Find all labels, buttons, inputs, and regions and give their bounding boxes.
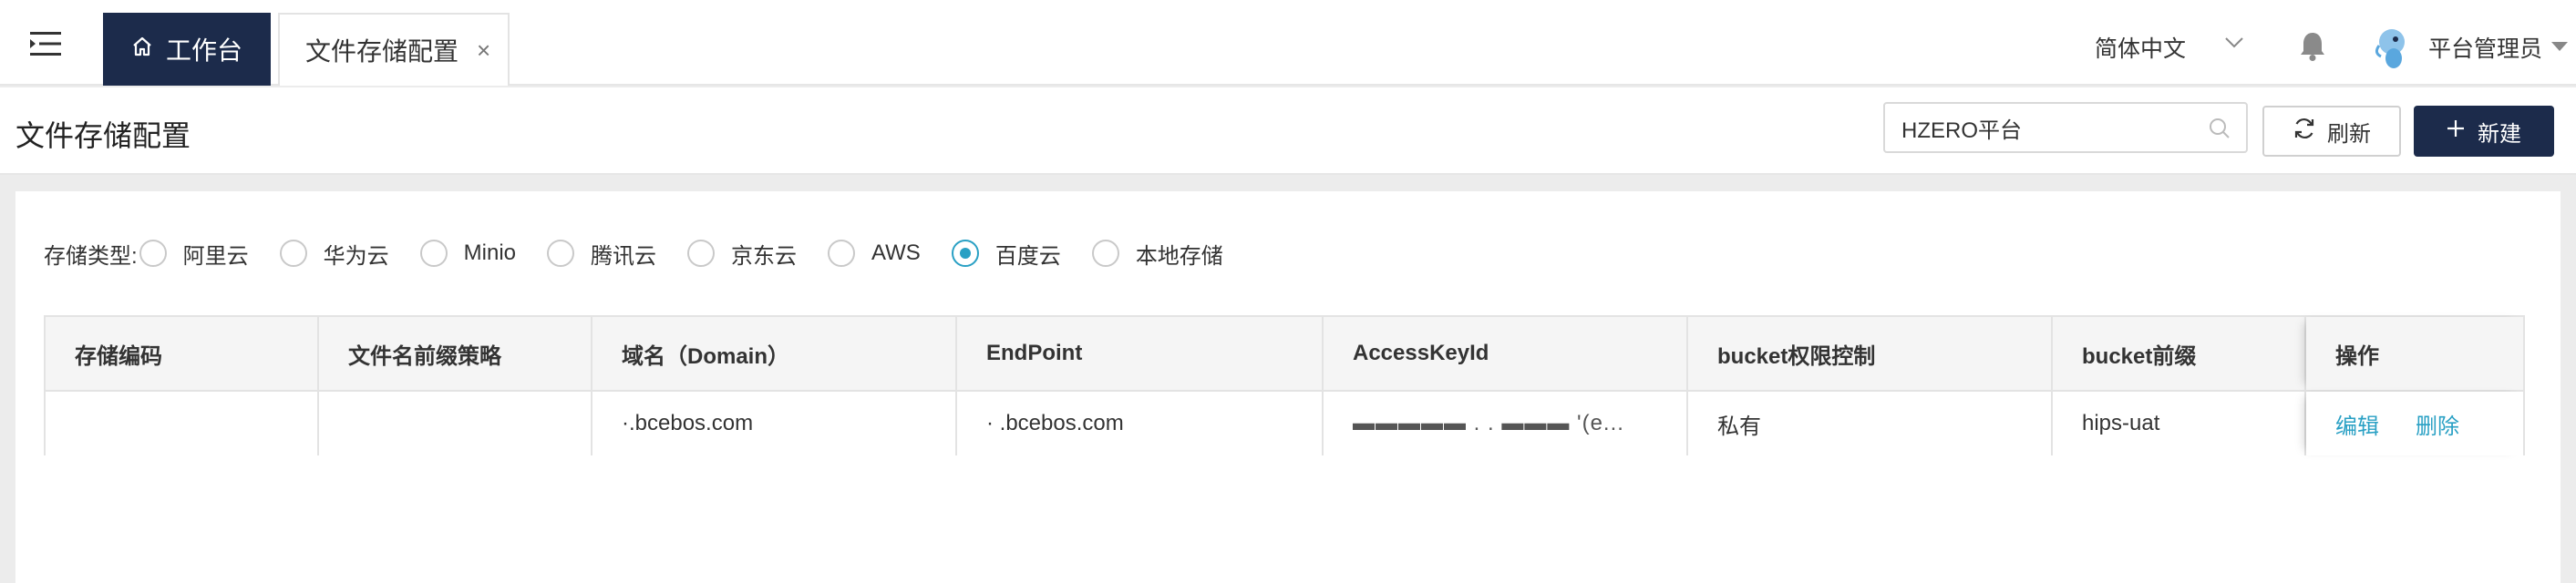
radio-label: 华为云 [323,243,389,269]
cell-code [46,392,319,455]
chevron-down-icon[interactable] [2224,36,2244,54]
radio-tencent[interactable]: 腾讯云 [547,238,656,270]
column-header: bucket权限控制 [1688,317,2053,390]
search-icon[interactable] [2208,117,2231,147]
cell-actions: 编辑 删除 [2306,392,2525,455]
refresh-label: 刷新 [2327,121,2371,147]
table-row: ·.bcebos.com · .bcebos.com ▬▬▬▬▬ . . ▬▬▬… [46,392,2523,455]
bell-icon[interactable] [2299,31,2326,66]
new-label: 新建 [2478,121,2521,147]
tenant-value: HZERO平台 [1901,118,2022,143]
cell-prefix-strategy [319,392,592,455]
new-button[interactable]: 新建 [2414,106,2554,157]
top-bar: 工作台 文件存储配置 × 简体中文 平台管理员 [0,0,2576,86]
radio-circle-checked[interactable] [951,240,979,267]
close-icon[interactable]: × [477,36,490,65]
column-header: bucket前缀 [2053,317,2306,390]
radio-label: 腾讯云 [591,243,657,269]
storage-type-label: 存储类型: [44,243,138,269]
tab-file-storage-config[interactable]: 文件存储配置 × [278,13,510,86]
refresh-button[interactable]: 刷新 [2262,106,2401,157]
radio-circle[interactable] [139,240,167,267]
table-header: 存储编码 文件名前缀策略 域名（Domain） EndPoint AccessK… [46,317,2523,392]
radio-huawei[interactable]: 华为云 [279,238,389,270]
tab-workbench[interactable]: 工作台 [103,13,271,86]
language-selector[interactable]: 简体中文 [2095,31,2186,64]
column-header: 操作 [2306,317,2525,390]
column-header: EndPoint [957,317,1324,390]
storage-type-radio-group: 存储类型: 阿里云 华为云 Minio 腾讯云 京东云 AWS 百度云 本地存储 [44,233,1254,273]
radio-label: AWS [871,240,921,265]
cell-endpoint: · .bcebos.com [957,392,1324,455]
cell-bucket-acl: 私有 [1688,392,2053,455]
menu-fold-icon[interactable] [24,26,67,62]
radio-baidu[interactable]: 百度云 [951,238,1061,270]
radio-local[interactable]: 本地存储 [1091,238,1223,270]
radio-label: Minio [463,240,517,265]
edit-link[interactable]: 编辑 [2335,408,2379,440]
radio-circle[interactable] [419,240,448,267]
page-header: 文件存储配置 HZERO平台 刷新 新建 [0,87,2576,175]
radio-circle[interactable] [279,240,307,267]
radio-circle[interactable] [828,240,856,267]
tenant-lov-input[interactable]: HZERO平台 [1883,102,2248,153]
cell-bucket-prefix: hips-uat [2053,392,2306,455]
refresh-icon [2293,117,2316,147]
radio-label: 本地存储 [1135,243,1223,269]
caret-down-icon[interactable] [2550,40,2569,56]
radio-jd[interactable]: 京东云 [687,238,797,270]
radio-label: 京东云 [731,243,798,269]
avatar[interactable] [2374,27,2410,69]
radio-circle[interactable] [547,240,575,267]
home-icon [131,35,153,64]
column-header: 存储编码 [46,317,319,390]
radio-label: 阿里云 [182,243,249,269]
radio-minio[interactable]: Minio [419,240,517,267]
language-label: 简体中文 [2095,36,2187,62]
radio-circle[interactable] [687,240,716,267]
radio-aws[interactable]: AWS [828,240,921,267]
page-title: 文件存储配置 [15,119,191,152]
column-header: 文件名前缀策略 [319,317,592,390]
cell-domain: ·.bcebos.com [592,392,957,455]
radio-label: 百度云 [994,243,1061,269]
storage-config-table: 存储编码 文件名前缀策略 域名（Domain） EndPoint AccessK… [44,315,2525,455]
tab-label: 工作台 [165,36,242,65]
user-name[interactable]: 平台管理员 [2428,31,2542,64]
radio-aliyun[interactable]: 阿里云 [139,238,249,270]
plus-icon [2447,118,2465,144]
delete-link[interactable]: 删除 [2416,408,2459,440]
column-header: 域名（Domain） [592,317,957,390]
radio-circle[interactable] [1091,240,1119,267]
column-header: AccessKeyId [1324,317,1688,390]
cell-access-key: ▬▬▬▬▬ . . ▬▬▬ '(e... [1324,392,1688,455]
tab-label: 文件存储配置 [305,37,459,66]
